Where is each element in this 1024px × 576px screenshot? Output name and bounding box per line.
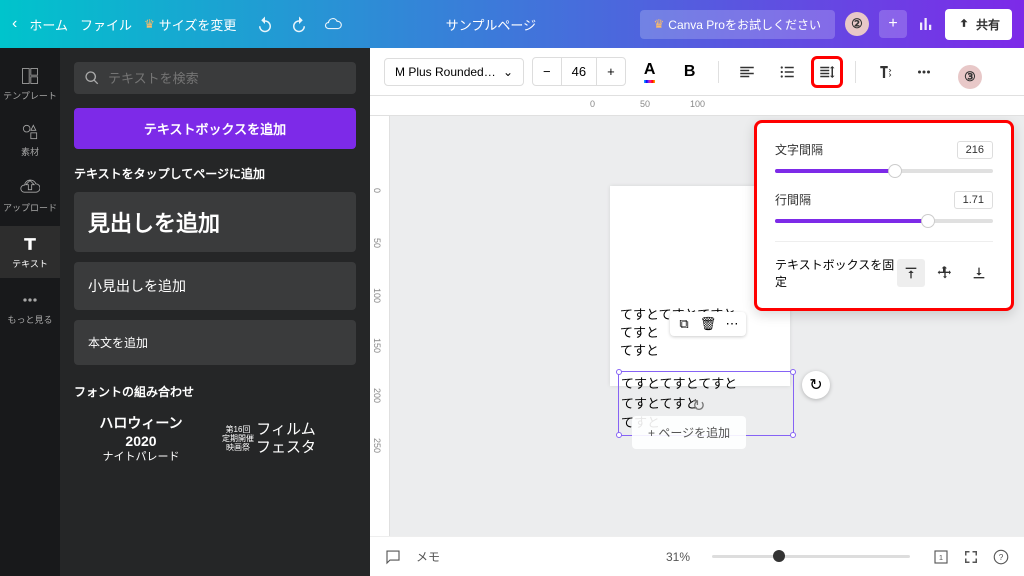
- svg-text:1: 1: [939, 553, 943, 562]
- list-button[interactable]: [771, 56, 803, 88]
- zoom-slider[interactable]: [712, 555, 910, 558]
- undo-icon[interactable]: [256, 15, 274, 33]
- anchor-middle-button[interactable]: [931, 259, 959, 287]
- grid-view-icon[interactable]: 1: [932, 548, 950, 566]
- font-combo-label: フォントの組み合わせ: [74, 383, 356, 400]
- topbar-left: ‹ ホーム ファイル ♛サイズを変更: [12, 15, 342, 34]
- search-input[interactable]: [108, 71, 346, 86]
- insights-icon[interactable]: [917, 15, 935, 33]
- line-spacing-slider[interactable]: [775, 219, 993, 223]
- more-options-button[interactable]: [908, 56, 940, 88]
- text-color-button[interactable]: A: [634, 56, 666, 88]
- anchor-label: テキストボックスを固定: [775, 256, 897, 290]
- align-button[interactable]: [731, 56, 763, 88]
- notes-label[interactable]: メモ: [416, 548, 440, 565]
- rail-elements[interactable]: 素材: [0, 114, 60, 166]
- add-textbox-button[interactable]: テキストボックスを追加: [74, 108, 356, 149]
- font-combo-2[interactable]: 第16回 定期開催 映画祭 フィルム フェスタ: [222, 414, 356, 465]
- design-workspace[interactable]: てすとてすとてすと てすと てすと ⧉ 🗑 ⋯ てすとてすとてすと てすとてすと…: [390, 116, 1024, 576]
- home-button[interactable]: ホーム: [29, 15, 68, 34]
- font-size-stepper[interactable]: − 46 +: [532, 57, 626, 86]
- crown-icon: ♛: [654, 17, 665, 31]
- add-subheading-button[interactable]: 小見出しを追加: [74, 262, 356, 310]
- rail-text[interactable]: テキスト: [0, 226, 60, 278]
- letter-spacing-slider[interactable]: [775, 169, 993, 173]
- notes-icon[interactable]: [384, 548, 402, 566]
- anchor-bottom-button[interactable]: [965, 259, 993, 287]
- chevron-down-icon: ⌄: [503, 65, 513, 79]
- decrease-size-button[interactable]: −: [533, 58, 561, 85]
- vertical-text-button[interactable]: [868, 56, 900, 88]
- search-icon: [84, 70, 100, 86]
- add-page-button[interactable]: +: [879, 10, 907, 38]
- line-spacing-value[interactable]: 1.71: [954, 191, 993, 209]
- rail-upload[interactable]: アップロード: [0, 170, 60, 222]
- document-title[interactable]: サンプルページ: [354, 15, 627, 34]
- back-icon[interactable]: ‹: [12, 15, 17, 33]
- rail-template[interactable]: テンプレート: [0, 58, 60, 110]
- increase-size-button[interactable]: +: [597, 58, 625, 85]
- nav-rail: テンプレート 素材 アップロード テキスト もっと見る: [0, 48, 60, 576]
- ruler-vertical: 0 50 100 150 200 250: [370, 116, 390, 576]
- help-icon[interactable]: ?: [992, 548, 1010, 566]
- resize-button[interactable]: ♛サイズを変更: [144, 15, 236, 34]
- font-combo-1[interactable]: ハロウィーン 2020 ナイトパレード: [74, 414, 208, 465]
- zoom-value[interactable]: 31%: [666, 550, 690, 564]
- bold-button[interactable]: B: [674, 56, 706, 88]
- canvas-area: M Plus Rounded ...⌄ − 46 + A B ③ 0 50 10…: [370, 48, 1024, 576]
- font-selector[interactable]: M Plus Rounded ...⌄: [384, 58, 524, 86]
- add-body-button[interactable]: 本文を追加: [74, 320, 356, 365]
- footer-bar: メモ 31% 1 ?: [370, 536, 1024, 576]
- text-toolbar: M Plus Rounded ...⌄ − 46 + A B ③: [370, 48, 1024, 96]
- anchor-top-button[interactable]: [897, 259, 925, 287]
- spacing-button[interactable]: [811, 56, 843, 88]
- refresh-icon[interactable]: ↻: [692, 396, 712, 416]
- letter-spacing-label: 文字間隔: [775, 141, 823, 159]
- fullscreen-icon[interactable]: [962, 548, 980, 566]
- more-icon[interactable]: ⋯: [722, 314, 742, 334]
- text-panel: テキストボックスを追加 テキストをタップしてページに追加 見出しを追加 小見出し…: [60, 48, 370, 576]
- callout-3: ③: [958, 65, 982, 89]
- tap-hint: テキストをタップしてページに追加: [74, 165, 356, 182]
- add-heading-button[interactable]: 見出しを追加: [74, 192, 356, 252]
- line-spacing-label: 行間隔: [775, 191, 811, 209]
- pro-trial-button[interactable]: ♛Canva Proをお試しください: [640, 10, 835, 39]
- ruler-horizontal: 0 50 100: [370, 96, 1024, 116]
- rotate-handle[interactable]: ↻: [802, 371, 830, 399]
- file-button[interactable]: ファイル: [80, 15, 132, 34]
- share-button[interactable]: 共有: [945, 9, 1012, 40]
- cloud-save-icon[interactable]: [324, 15, 342, 33]
- callout-2: ②: [845, 12, 869, 36]
- selection-tools: ⧉ 🗑 ⋯: [670, 312, 746, 336]
- redo-icon[interactable]: [290, 15, 308, 33]
- font-size-value[interactable]: 46: [561, 58, 597, 85]
- rail-more[interactable]: もっと見る: [0, 282, 60, 334]
- topbar: ‹ ホーム ファイル ♛サイズを変更 サンプルページ ♛Canva Proをお試…: [0, 0, 1024, 48]
- duplicate-icon[interactable]: ⧉: [674, 314, 694, 334]
- delete-icon[interactable]: 🗑: [698, 314, 718, 334]
- add-page-button[interactable]: + ページを追加: [632, 416, 746, 449]
- svg-text:?: ?: [999, 553, 1004, 562]
- spacing-popover: 文字間隔 216 行間隔 1.71 テキストボックスを固定: [754, 120, 1014, 311]
- search-box[interactable]: [74, 62, 356, 94]
- letter-spacing-value[interactable]: 216: [957, 141, 993, 159]
- crown-icon: ♛: [144, 17, 155, 31]
